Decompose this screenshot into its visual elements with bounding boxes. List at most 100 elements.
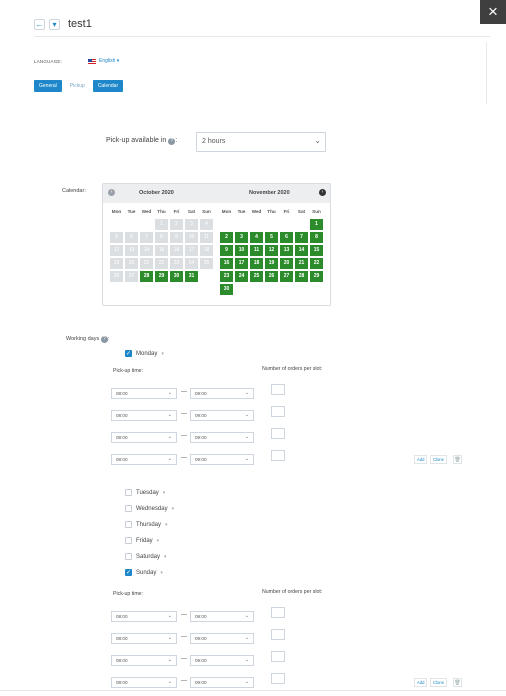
chevron-down-icon[interactable]: ▾ (157, 538, 160, 544)
orders-per-slot-input[interactable] (271, 629, 285, 640)
divider (0, 690, 506, 691)
slot-start-select[interactable]: 08:00 ⌄ (111, 388, 177, 399)
calendar-day-enabled[interactable]: 14 (295, 245, 308, 256)
calendar-day-enabled[interactable]: 9 (220, 245, 233, 256)
trash-icon[interactable]: 🗑 (453, 678, 462, 687)
slot-end-select[interactable]: 09:00 ⌄ (190, 611, 254, 622)
calendar-day-enabled[interactable]: 28 (140, 271, 153, 282)
calendar-day-enabled[interactable]: 22 (310, 258, 323, 269)
chevron-down-icon[interactable]: ▾ (172, 506, 175, 512)
calendar-day-enabled[interactable]: 30 (220, 284, 233, 295)
calendar-day-enabled[interactable]: 2 (220, 232, 233, 243)
chevron-down-icon[interactable]: ▾ (160, 570, 163, 576)
calendar-day-enabled[interactable]: 28 (295, 271, 308, 282)
chevron-down-icon[interactable]: ▾ (164, 554, 167, 560)
checkbox[interactable] (125, 537, 132, 544)
calendar-day-enabled[interactable]: 24 (235, 271, 248, 282)
calendar-day-enabled[interactable]: 20 (280, 258, 293, 269)
calendar-day-enabled[interactable]: 16 (220, 258, 233, 269)
calendar-day-enabled[interactable]: 29 (155, 271, 168, 282)
calendar-day-enabled[interactable]: 21 (295, 258, 308, 269)
checkbox[interactable] (125, 521, 132, 528)
working-day-tuesday[interactable]: Tuesday ▾ (125, 489, 165, 496)
working-day-sunday[interactable]: ✓ Sunday ▾ (125, 569, 163, 576)
calendar-day-enabled[interactable]: 6 (280, 232, 293, 243)
slot-start-select[interactable]: 08:00 ⌄ (111, 611, 177, 622)
calendar-day-enabled[interactable]: 4 (250, 232, 263, 243)
slot-end-select[interactable]: 09:00 ⌄ (190, 454, 254, 465)
working-day-saturday[interactable]: Saturday ▾ (125, 553, 167, 560)
working-day-wednesday[interactable]: Wednesday ▾ (125, 505, 174, 512)
calendar-day-enabled[interactable]: 7 (295, 232, 308, 243)
chevron-down-icon[interactable]: ▾ (163, 490, 166, 496)
calendar-day-enabled[interactable]: 1 (310, 219, 323, 230)
working-day-monday[interactable]: ✓ Monday ▾ (125, 350, 164, 357)
calendar-day-enabled[interactable]: 13 (280, 245, 293, 256)
calendar-day-enabled[interactable]: 5 (265, 232, 278, 243)
slot-start-select[interactable]: 08:00 ⌄ (111, 655, 177, 666)
orders-per-slot-input[interactable] (271, 428, 285, 439)
pickup-available-select[interactable]: 2 hours ⌄ (196, 132, 326, 152)
close-button[interactable]: × (480, 0, 506, 24)
clone-button[interactable]: Clone (430, 678, 447, 687)
clone-button[interactable]: Clone (430, 455, 447, 464)
slot-end-select[interactable]: 09:00 ⌄ (190, 677, 254, 688)
calendar-day-enabled[interactable]: 8 (310, 232, 323, 243)
calendar-day-enabled[interactable]: 29 (310, 271, 323, 282)
slot-end-select[interactable]: 09:00 ⌄ (190, 432, 254, 443)
calendar-next-icon[interactable]: › (319, 189, 326, 196)
orders-per-slot-input[interactable] (271, 384, 285, 395)
language-select[interactable]: English ▾ (99, 58, 119, 64)
calendar-day-enabled[interactable]: 23 (220, 271, 233, 282)
slot-start-select[interactable]: 08:00 ⌄ (111, 410, 177, 421)
slot-end-select[interactable]: 09:00 ⌄ (190, 388, 254, 399)
calendar-day-enabled[interactable]: 3 (235, 232, 248, 243)
weekday-header: Mon (111, 209, 122, 214)
checkbox[interactable]: ✓ (125, 350, 132, 357)
tab-calendar[interactable]: Calendar (92, 80, 124, 92)
working-day-thursday[interactable]: Thursday ▾ (125, 521, 168, 528)
add-button[interactable]: Add (414, 455, 428, 464)
orders-per-slot-input[interactable] (271, 651, 285, 662)
calendar-day-enabled[interactable]: 30 (170, 271, 183, 282)
menu-button[interactable]: ▾ (49, 18, 60, 30)
page-header: ← ▾ test1 (34, 14, 92, 34)
working-day-friday[interactable]: Friday ▾ (125, 537, 159, 544)
dash-separator: — (181, 455, 187, 461)
calendar-day-enabled[interactable]: 18 (250, 258, 263, 269)
chevron-down-icon[interactable]: ▾ (161, 351, 164, 357)
calendar-day-enabled[interactable]: 31 (185, 271, 198, 282)
slot-start-select[interactable]: 08:00 ⌄ (111, 633, 177, 644)
calendar-day-enabled[interactable]: 17 (235, 258, 248, 269)
slot-end-select[interactable]: 09:00 ⌄ (190, 410, 254, 421)
slot-end-select[interactable]: 09:00 ⌄ (190, 633, 254, 644)
chevron-down-icon[interactable]: ▾ (165, 522, 168, 528)
orders-per-slot-input[interactable] (271, 406, 285, 417)
trash-icon[interactable]: 🗑 (453, 455, 462, 464)
add-button[interactable]: Add (414, 678, 428, 687)
calendar-day-enabled[interactable]: 11 (250, 245, 263, 256)
orders-per-slot-input[interactable] (271, 607, 285, 618)
calendar-day-enabled[interactable]: 10 (235, 245, 248, 256)
calendar-day-enabled[interactable]: 15 (310, 245, 323, 256)
help-icon[interactable]: ? (100, 336, 108, 343)
calendar-day-enabled[interactable]: 27 (280, 271, 293, 282)
slot-start-select[interactable]: 08:00 ⌄ (111, 432, 177, 443)
checkbox[interactable] (125, 553, 132, 560)
calendar-day-enabled[interactable]: 25 (250, 271, 263, 282)
checkbox[interactable]: ✓ (125, 569, 132, 576)
calendar-day-enabled[interactable]: 19 (265, 258, 278, 269)
slot-end-select[interactable]: 09:00 ⌄ (190, 655, 254, 666)
slot-start-select[interactable]: 08:00 ⌄ (111, 454, 177, 465)
tab-general[interactable]: General (34, 80, 62, 92)
checkbox[interactable] (125, 489, 132, 496)
calendar-day-enabled[interactable]: 26 (265, 271, 278, 282)
calendar-prev-icon[interactable]: ‹ (108, 189, 115, 196)
calendar-day-enabled[interactable]: 12 (265, 245, 278, 256)
tab-pickup[interactable]: Pickup (65, 80, 90, 92)
slot-start-select[interactable]: 08:00 ⌄ (111, 677, 177, 688)
checkbox[interactable] (125, 505, 132, 512)
orders-per-slot-input[interactable] (271, 450, 285, 461)
orders-per-slot-input[interactable] (271, 673, 285, 684)
back-button[interactable]: ← (34, 18, 45, 30)
